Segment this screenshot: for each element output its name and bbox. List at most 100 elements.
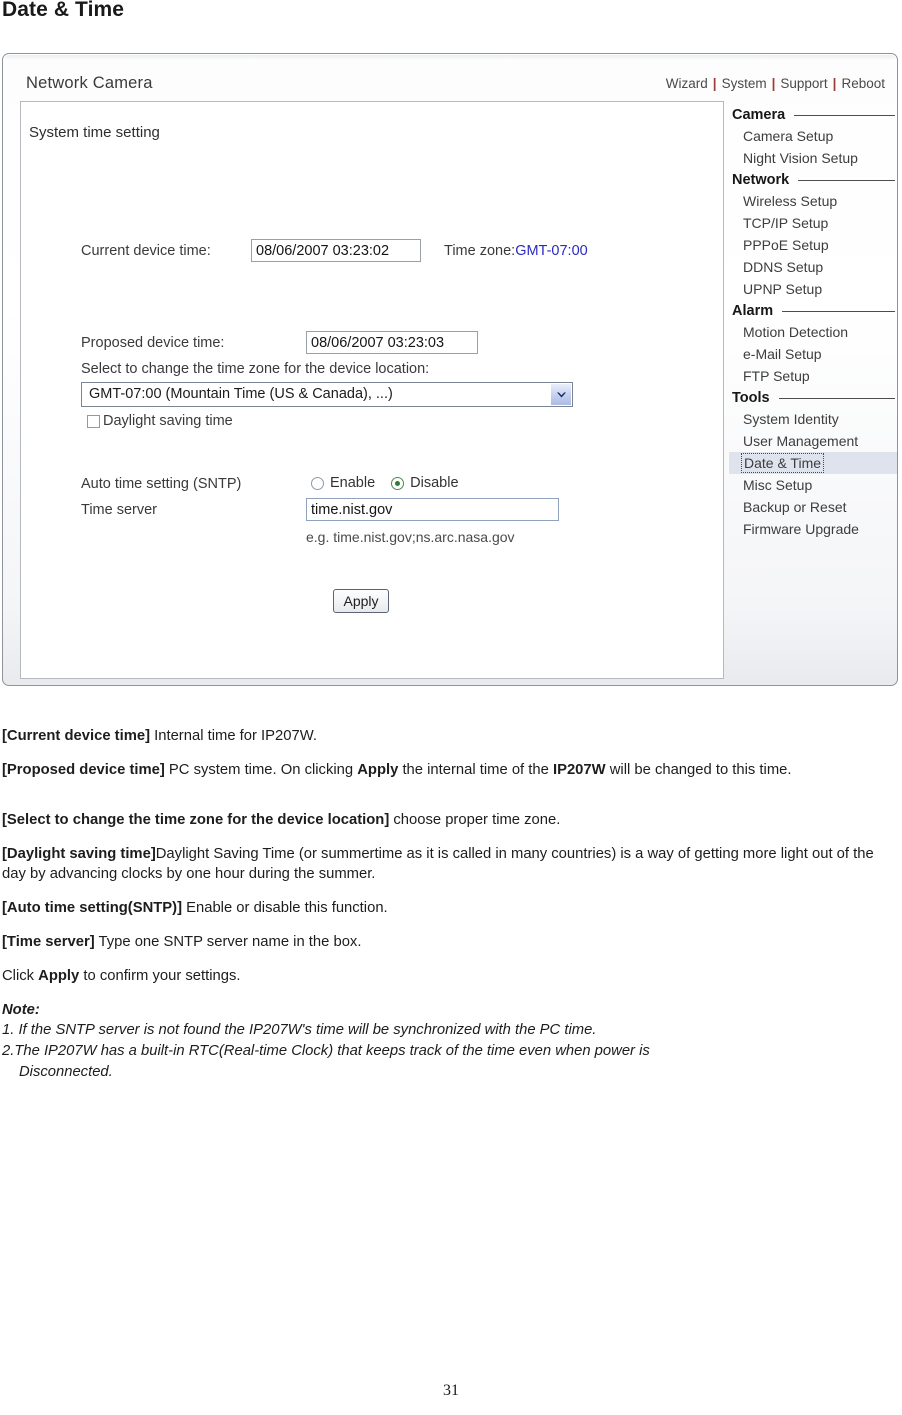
doc-paragraph-proposed-device-time: [Proposed device time] PC system time. O… [2,760,900,780]
sidebar-group-label: Camera [732,106,786,123]
group-rule [778,398,895,399]
sntp-disable-option[interactable]: Disable [391,475,459,491]
nav-separator: | [832,76,837,91]
nav-separator: | [712,76,717,91]
sidebar-item-user-management[interactable]: User Management [729,430,897,452]
timezone-select-value: GMT-07:00 (Mountain Time (US & Canada), … [89,386,393,402]
current-device-time-input[interactable] [251,239,421,262]
sntp-label: Auto time setting (SNTP) [81,476,242,492]
sidebar-item-backup-or-reset[interactable]: Backup or Reset [729,496,897,518]
sntp-disable-label: Disable [410,475,459,491]
sntp-disable-radio[interactable] [391,476,405,490]
doc-term: [Select to change the time zone for the … [2,812,390,828]
doc-text: Enable or disable this function. [182,900,388,916]
time-server-label: Time server [81,502,157,518]
device-web-ui-frame: Network Camera Wizard | System | Support | Reb… [2,53,898,686]
doc-paragraph-time-server: [Time server] Type one SNTP server name … [2,932,900,952]
doc-term: [Auto time setting(SNTP)] [2,900,183,916]
proposed-device-time-input[interactable] [306,331,478,354]
note-item-1: 1. If the SNTP server is not found the I… [2,1022,597,1038]
doc-text: the internal time of the [398,762,553,778]
sidebar-item-camera-setup[interactable]: Camera Setup [729,125,897,147]
chevron-down-icon[interactable] [550,384,571,405]
doc-paragraph-click-apply: Click Apply to confirm your settings. [2,966,900,986]
sntp-enable-option[interactable]: Enable [311,475,375,491]
doc-term: [Current device time] [2,728,151,744]
doc-term: [Daylight saving time] [2,846,156,862]
daylight-saving-row[interactable]: Daylight saving time [87,413,233,429]
settings-sidebar: Camera Camera Setup Night Vision Setup N… [729,104,897,540]
daylight-saving-checkbox[interactable] [87,414,100,428]
sidebar-item-email-setup[interactable]: e-Mail Setup [729,343,897,365]
sidebar-item-system-identity[interactable]: System Identity [729,408,897,430]
section-title: System time setting [29,124,160,141]
nav-system[interactable]: System [722,76,767,91]
doc-text: Internal time for IP207W. [150,728,317,744]
device-brand: Network Camera [26,74,153,92]
group-rule [782,311,895,312]
timezone-select[interactable]: GMT-07:00 (Mountain Time (US & Canada), … [81,382,573,407]
select-timezone-label: Select to change the time zone for the d… [81,361,430,377]
sidebar-item-ftp-setup[interactable]: FTP Setup [729,365,897,387]
doc-term: [Proposed device time] [2,762,165,778]
time-zone-value: GMT-07:00 [515,243,588,259]
nav-reboot[interactable]: Reboot [841,76,885,91]
proposed-device-time-label: Proposed device time: [81,335,225,351]
sidebar-item-tcpip-setup[interactable]: TCP/IP Setup [729,212,897,234]
doc-paragraph-sntp: [Auto time setting(SNTP)] Enable or disa… [2,898,900,918]
note-item-2-continued: Disconnected. [19,1064,113,1080]
top-nav: Wizard | System | Support | Reboot [666,76,885,91]
time-server-hint: e.g. time.nist.gov;ns.arc.nasa.gov [306,529,515,545]
documentation-body: [Current device time] Internal time for … [2,726,900,1083]
time-server-input[interactable] [306,498,559,521]
sidebar-item-motion-detection[interactable]: Motion Detection [729,321,897,343]
group-rule [794,115,895,116]
sntp-enable-label: Enable [330,475,376,491]
sidebar-item-firmware-upgrade[interactable]: Firmware Upgrade [729,518,897,540]
sidebar-item-label: Date & Time [740,453,825,473]
apply-button[interactable]: Apply [333,589,389,613]
sntp-radio-group: Enable Disable [311,475,475,491]
doc-text: will be changed to this time. [605,762,792,778]
doc-spacer [2,794,900,810]
device-header: Network Camera Wizard | System | Support | Reb… [3,54,897,102]
current-device-time-label: Current device time: [81,243,211,259]
sidebar-group-label: Alarm [732,302,774,319]
doc-text: choose proper time zone. [389,812,561,828]
page-number: 31 [443,1382,459,1399]
doc-paragraph-daylight-saving: [Daylight saving time]Daylight Saving Ti… [2,844,900,884]
doc-paragraph-select-timezone: [Select to change the time zone for the … [2,810,900,830]
sntp-enable-radio[interactable] [311,476,324,490]
daylight-saving-label: Daylight saving time [103,413,233,429]
doc-text: to confirm your settings. [79,968,241,984]
sidebar-group-network: Network [729,169,897,190]
nav-separator: | [771,76,776,91]
time-zone-label: Time zone:GMT-07:00 [444,243,588,259]
sidebar-item-pppoe-setup[interactable]: PPPoE Setup [729,234,897,256]
nav-wizard[interactable]: Wizard [666,76,708,91]
note-heading: Note: [2,1002,40,1018]
sidebar-item-date-and-time[interactable]: Date & Time [729,452,897,474]
doc-text: Click [2,968,39,984]
doc-term: [Time server] [2,934,95,950]
doc-text: PC system time. On clicking [164,762,358,778]
sidebar-item-ddns-setup[interactable]: DDNS Setup [729,256,897,278]
sidebar-group-label: Tools [732,389,770,406]
time-zone-label-text: Time zone: [444,243,516,259]
doc-emphasis-apply: Apply [38,968,80,984]
sidebar-group-tools: Tools [729,387,897,408]
doc-text: Type one SNTP server name in the box. [94,934,362,950]
sidebar-item-upnp-setup[interactable]: UPNP Setup [729,278,897,300]
page-title: Date & Time [2,0,125,21]
sidebar-group-camera: Camera [729,104,897,125]
group-rule [798,180,895,181]
sidebar-item-night-vision-setup[interactable]: Night Vision Setup [729,147,897,169]
note-item-2: 2.The IP207W has a built-in RTC(Real-tim… [2,1043,650,1059]
sidebar-group-label: Network [732,171,790,188]
sidebar-group-alarm: Alarm [729,300,897,321]
doc-emphasis-model: IP207W [552,762,606,778]
sidebar-item-wireless-setup[interactable]: Wireless Setup [729,190,897,212]
doc-emphasis-apply: Apply [357,762,399,778]
nav-support[interactable]: Support [780,76,827,91]
sidebar-item-misc-setup[interactable]: Misc Setup [729,474,897,496]
